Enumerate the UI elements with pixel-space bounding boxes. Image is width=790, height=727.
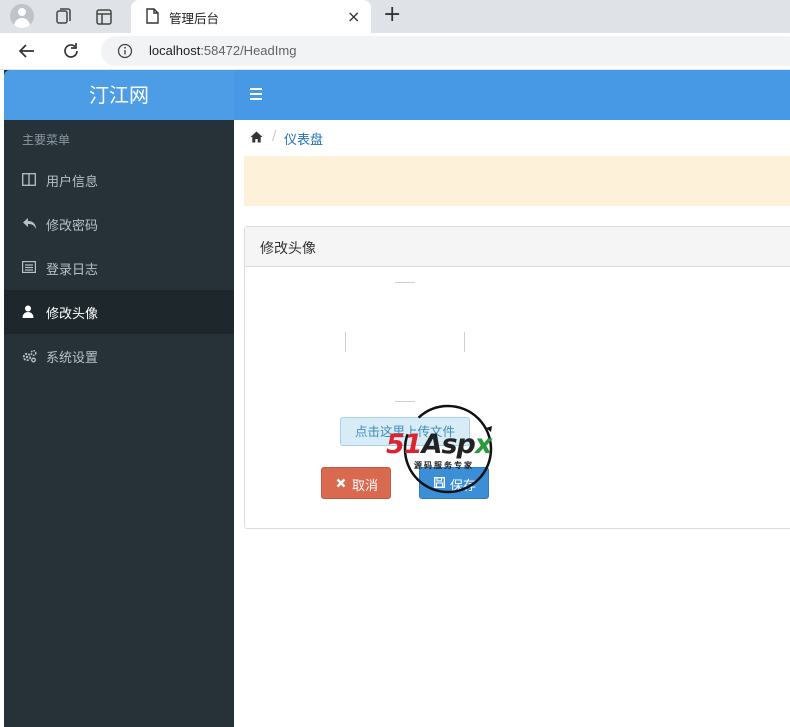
panel-heading: 修改头像: [245, 227, 790, 267]
url-input[interactable]: localhost:58472/HeadImg: [101, 36, 790, 66]
page-icon: [145, 8, 159, 28]
site-info-icon[interactable]: [117, 43, 133, 63]
watermark-logo: 51Aspx 源码服务专家: [386, 403, 512, 495]
sidebar-item-change-avatar[interactable]: 修改头像: [4, 290, 234, 334]
url-path: :58472/HeadImg: [200, 43, 297, 58]
watermark-brand-c: x: [474, 429, 492, 460]
url-text: localhost:58472/HeadImg: [149, 43, 296, 58]
watermark-brand-b: Asp: [421, 429, 476, 460]
sidebar: 汀江网 主要菜单 用户信息 修改密码 登录日志 修改头像 系统设置: [4, 70, 234, 727]
back-arrow-icon[interactable]: [17, 41, 37, 65]
breadcrumb-separator: /: [272, 129, 277, 144]
browser-tab-bar: 管理后台 × +: [0, 0, 790, 33]
avatar-panel: 修改头像 点击这里上传文件 取消 保存: [244, 226, 790, 529]
sidebar-item-login-log[interactable]: 登录日志: [4, 246, 234, 290]
tab-title: 管理后台: [169, 11, 220, 26]
url-host: localhost: [149, 43, 201, 58]
cogs-icon: [22, 349, 37, 363]
sidebar-item-label: 修改头像: [46, 307, 99, 322]
panel-title: 修改头像: [260, 241, 316, 257]
alert-box: [244, 156, 790, 206]
brand-logo[interactable]: 汀江网: [4, 70, 234, 120]
watermark-brand-a: 51: [386, 429, 423, 460]
sidebar-item-label: 登录日志: [46, 263, 99, 278]
profile-avatar-icon[interactable]: [10, 4, 34, 28]
menu-header: 主要菜单: [22, 133, 71, 147]
active-browser-tab[interactable]: 管理后台 ×: [131, 0, 371, 33]
sidebar-item-change-password[interactable]: 修改密码: [4, 202, 234, 246]
tab-actions-icon[interactable]: [93, 6, 115, 28]
list-icon: [22, 261, 37, 275]
cancel-button[interactable]: 取消: [321, 467, 391, 499]
tab-close-icon[interactable]: ×: [347, 7, 360, 26]
reply-icon: [22, 217, 37, 231]
breadcrumb-current[interactable]: 仪表盘: [284, 129, 323, 148]
watermark-brand: 51Aspx: [386, 429, 492, 460]
address-bar: localhost:58472/HeadImg: [0, 33, 790, 70]
sidebar-item-label: 修改密码: [46, 219, 99, 234]
new-tab-button[interactable]: +: [383, 3, 401, 27]
columns-icon: [22, 173, 37, 187]
sidebar-item-system-settings[interactable]: 系统设置: [4, 334, 234, 378]
home-icon[interactable]: [250, 131, 263, 147]
sidebar-item-label: 用户信息: [46, 175, 99, 190]
menu-toggle-icon[interactable]: [250, 88, 262, 100]
watermark-subtitle: 源码服务专家: [414, 461, 474, 470]
reload-icon[interactable]: [61, 41, 81, 65]
workspaces-icon[interactable]: [52, 6, 74, 28]
sidebar-item-user-info[interactable]: 用户信息: [4, 158, 234, 202]
admin-app: 汀江网 主要菜单 用户信息 修改密码 登录日志 修改头像 系统设置 / 仪表盘 …: [4, 70, 790, 727]
user-icon: [22, 305, 37, 319]
avatar-preview: [345, 282, 465, 402]
close-icon: [336, 477, 346, 492]
cancel-label: 取消: [352, 479, 379, 494]
sidebar-item-label: 系统设置: [46, 351, 99, 366]
top-navbar: [234, 70, 790, 120]
